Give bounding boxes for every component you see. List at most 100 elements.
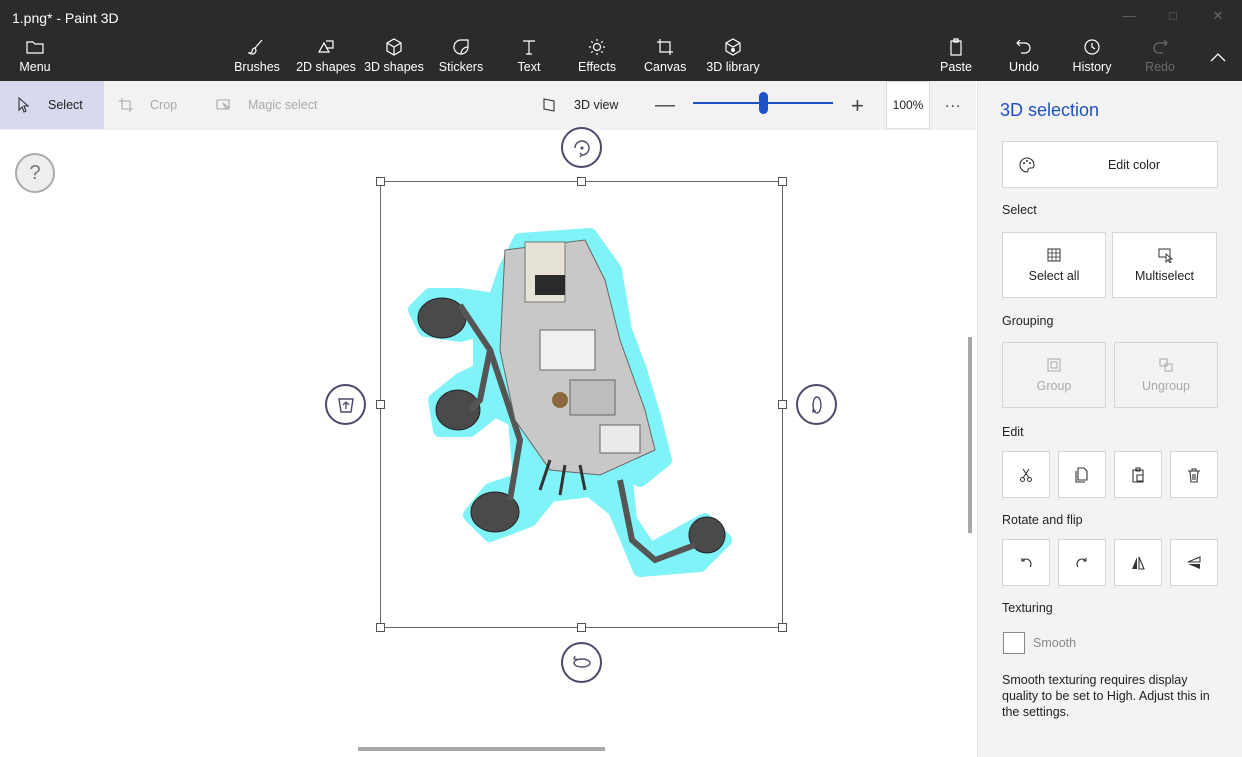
smooth-checkbox[interactable] — [1003, 632, 1025, 654]
paste-button[interactable]: Paste — [938, 38, 974, 78]
resize-handle-top[interactable] — [577, 177, 586, 186]
paste-panel-button[interactable] — [1114, 451, 1162, 498]
smooth-label: Smooth — [1033, 636, 1077, 650]
3d-shapes-button[interactable]: 3D shapes — [364, 38, 424, 78]
vertical-scrollbar[interactable] — [968, 337, 972, 533]
edit-section-label: Edit — [1002, 425, 1024, 439]
scissors-icon — [1020, 468, 1032, 482]
select-all-icon — [1047, 248, 1061, 262]
clipboard-icon — [950, 38, 962, 56]
zoom-out-button[interactable]: — — [655, 94, 675, 117]
history-button[interactable]: History — [1070, 38, 1114, 78]
flip-vertical-button[interactable] — [1170, 539, 1218, 586]
magic-select-label: Magic select — [248, 98, 318, 112]
crop-tool-button[interactable]: Crop — [118, 81, 177, 129]
minimize-button[interactable]: — — [1119, 8, 1139, 26]
edit-color-label: Edit color — [1107, 158, 1161, 172]
sticker-icon — [453, 39, 469, 55]
resize-handle-top-left[interactable] — [376, 177, 385, 186]
canvas-button[interactable]: Canvas — [644, 38, 686, 78]
brushes-button[interactable]: Brushes — [230, 38, 284, 78]
sun-icon — [589, 39, 605, 55]
menu-button[interactable]: Menu — [14, 38, 56, 78]
text-icon — [523, 40, 535, 55]
crop-icon — [119, 98, 133, 112]
group-icon — [1047, 358, 1061, 372]
multiselect-icon — [1158, 248, 1173, 263]
undo-button[interactable]: Undo — [1006, 38, 1042, 78]
select-tool-button[interactable]: Select — [0, 81, 104, 129]
rotate-z-handle[interactable] — [561, 127, 602, 168]
push-pull-depth-handle[interactable] — [325, 384, 366, 425]
text-button[interactable]: Text — [512, 38, 546, 78]
3d-library-icon — [725, 38, 741, 56]
3d-library-label: 3D library — [706, 60, 760, 74]
zoom-slider-thumb[interactable] — [758, 92, 768, 114]
3d-view-label: 3D view — [574, 98, 619, 112]
3d-library-button[interactable]: 3D library — [704, 38, 762, 78]
2d-shapes-label: 2D shapes — [296, 60, 356, 74]
rotate-flip-section-label: Rotate and flip — [1002, 513, 1083, 527]
edit-color-button[interactable]: Edit color — [1002, 141, 1218, 188]
cursor-arrow-icon — [18, 97, 30, 113]
effects-label: Effects — [578, 60, 616, 74]
redo-label: Redo — [1145, 60, 1175, 74]
redo-button[interactable]: Redo — [1143, 38, 1177, 78]
more-options-button[interactable]: ... — [945, 94, 961, 112]
resize-handle-bottom-right[interactable] — [778, 623, 787, 632]
copy-button[interactable] — [1058, 451, 1106, 498]
group-button[interactable]: Group — [1002, 342, 1106, 408]
ungroup-label: Ungroup — [1142, 379, 1190, 393]
paint3d-window: 1.png* - Paint 3D — □ ✕ Menu Brushes 2D … — [0, 0, 1242, 757]
magic-select-icon — [216, 99, 230, 111]
rotate-right-button[interactable] — [1058, 539, 1106, 586]
flip-horizontal-button[interactable] — [1114, 539, 1162, 586]
resize-handle-bottom[interactable] — [577, 623, 586, 632]
chevron-up-icon — [1210, 53, 1226, 62]
history-label: History — [1072, 60, 1112, 74]
history-clock-icon — [1084, 39, 1100, 55]
trash-icon — [1188, 468, 1200, 483]
rotate-y-handle[interactable] — [796, 384, 837, 425]
crop-label: Crop — [150, 98, 178, 112]
stickers-label: Stickers — [438, 60, 484, 74]
collapse-ribbon-button[interactable] — [1209, 50, 1227, 62]
2d-shapes-icon — [317, 40, 334, 53]
close-button[interactable]: ✕ — [1208, 8, 1228, 26]
folder-icon — [26, 41, 44, 54]
multiselect-button[interactable]: Multiselect — [1112, 232, 1217, 298]
2d-shapes-button[interactable]: 2D shapes — [296, 38, 356, 78]
resize-handle-right[interactable] — [778, 400, 787, 409]
zoom-percentage[interactable]: 100% — [886, 81, 930, 129]
ungroup-button[interactable]: Ungroup — [1114, 342, 1218, 408]
effects-button[interactable]: Effects — [576, 38, 618, 78]
rotate-x-icon — [572, 655, 591, 668]
resize-handle-left[interactable] — [376, 400, 385, 409]
3d-view-button[interactable]: 3D view — [542, 81, 618, 129]
stickers-button[interactable]: Stickers — [438, 38, 484, 78]
horizontal-scrollbar[interactable] — [358, 747, 605, 751]
zoom-in-button[interactable]: + — [851, 93, 864, 119]
select-all-button[interactable]: Select all — [1002, 232, 1106, 298]
cut-button[interactable] — [1002, 451, 1050, 498]
window-title: 1.png* - Paint 3D — [12, 10, 119, 26]
resize-handle-top-right[interactable] — [778, 177, 787, 186]
3d-view-icon — [543, 98, 555, 112]
paste-icon — [1132, 467, 1144, 483]
text-label: Text — [517, 60, 541, 74]
ribbon: 1.png* - Paint 3D — □ ✕ Menu Brushes 2D … — [0, 0, 1242, 81]
help-button[interactable]: ? — [15, 153, 55, 193]
resize-handle-bottom-left[interactable] — [376, 623, 385, 632]
rotate-x-handle[interactable] — [561, 642, 602, 683]
delete-button[interactable] — [1170, 451, 1218, 498]
rotate-left-icon — [1021, 558, 1032, 568]
rotate-z-icon — [573, 139, 590, 157]
select-label: Select — [48, 98, 83, 112]
menu-label: Menu — [19, 60, 51, 74]
magic-select-button[interactable]: Magic select — [216, 81, 317, 129]
maximize-button[interactable]: □ — [1163, 8, 1183, 26]
redo-icon — [1153, 39, 1168, 54]
select-all-label: Select all — [1028, 269, 1080, 283]
rotate-left-button[interactable] — [1002, 539, 1050, 586]
rover-3d-model[interactable] — [400, 220, 750, 590]
